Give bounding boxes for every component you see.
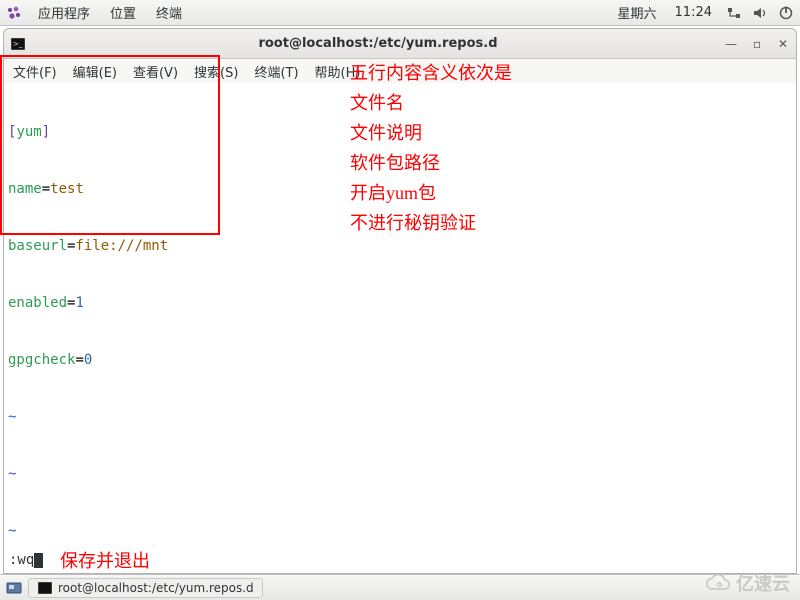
menu-file[interactable]: 文件(F) xyxy=(8,62,62,81)
annotation-line: 软件包路径 xyxy=(350,148,512,178)
maximize-button[interactable]: ▫ xyxy=(750,37,764,51)
terminal-icon xyxy=(37,580,53,596)
menu-applications[interactable]: 应用程序 xyxy=(34,3,94,22)
distro-icon[interactable] xyxy=(6,5,22,21)
taskbar-item[interactable]: root@localhost:/etc/yum.repos.d xyxy=(28,578,263,598)
day-label: 星期六 xyxy=(614,3,661,22)
vim-tilde: ~ xyxy=(8,522,792,541)
power-icon[interactable] xyxy=(778,5,794,21)
panel-left: 应用程序 位置 终端 xyxy=(6,3,186,22)
svg-text:>_: >_ xyxy=(13,40,23,48)
terminal-icon: >_ xyxy=(10,36,26,52)
menu-view[interactable]: 查看(V) xyxy=(128,62,183,81)
clock[interactable]: 11:24 xyxy=(671,5,716,20)
show-desktop-icon[interactable] xyxy=(6,580,22,596)
titlebar[interactable]: >_ root@localhost:/etc/yum.repos.d — ▫ ✕ xyxy=(4,29,796,59)
annotation-bottom: 保存并退出 xyxy=(60,546,150,576)
vim-tilde: ~ xyxy=(8,465,792,484)
annotation-block: 五行内容含义依次是 文件名 文件说明 软件包路径 开启yum包 不进行秘钥验证 xyxy=(350,58,512,238)
close-button[interactable]: ✕ xyxy=(776,37,790,51)
vim-tilde: ~ xyxy=(8,408,792,427)
window-buttons: — ▫ ✕ xyxy=(724,37,790,51)
window-title: root@localhost:/etc/yum.repos.d xyxy=(32,36,724,51)
vim-line-baseurl: baseurl=file:///mnt xyxy=(8,237,792,256)
top-panel: 应用程序 位置 终端 星期六 11:24 xyxy=(0,0,800,26)
panel-right: 星期六 11:24 xyxy=(614,3,794,22)
vim-line-gpgcheck: gpgcheck=0 xyxy=(8,351,792,370)
menu-terminal[interactable]: 终端 xyxy=(152,3,186,22)
cursor-block xyxy=(34,553,43,568)
network-icon[interactable] xyxy=(726,5,742,21)
cloud-icon xyxy=(703,573,733,593)
bottom-panel: root@localhost:/etc/yum.repos.d xyxy=(0,574,800,600)
menu-terminal[interactable]: 终端(T) xyxy=(249,62,303,81)
menu-search[interactable]: 搜索(S) xyxy=(189,62,243,81)
sound-icon[interactable] xyxy=(752,5,768,21)
watermark: 亿速云 xyxy=(703,570,790,596)
annotation-line: 文件名 xyxy=(350,88,512,118)
watermark-text: 亿速云 xyxy=(736,570,790,596)
annotation-line: 五行内容含义依次是 xyxy=(350,58,512,88)
annotation-line: 文件说明 xyxy=(350,118,512,148)
taskbar-item-label: root@localhost:/etc/yum.repos.d xyxy=(58,581,254,595)
vim-line-enabled: enabled=1 xyxy=(8,294,792,313)
menu-edit[interactable]: 编辑(E) xyxy=(68,62,122,81)
annotation-line: 不进行秘钥验证 xyxy=(350,208,512,238)
minimize-button[interactable]: — xyxy=(724,37,738,51)
vim-command-line[interactable]: :wq xyxy=(5,549,47,572)
menu-places[interactable]: 位置 xyxy=(106,3,140,22)
annotation-line: 开启yum包 xyxy=(350,178,512,208)
